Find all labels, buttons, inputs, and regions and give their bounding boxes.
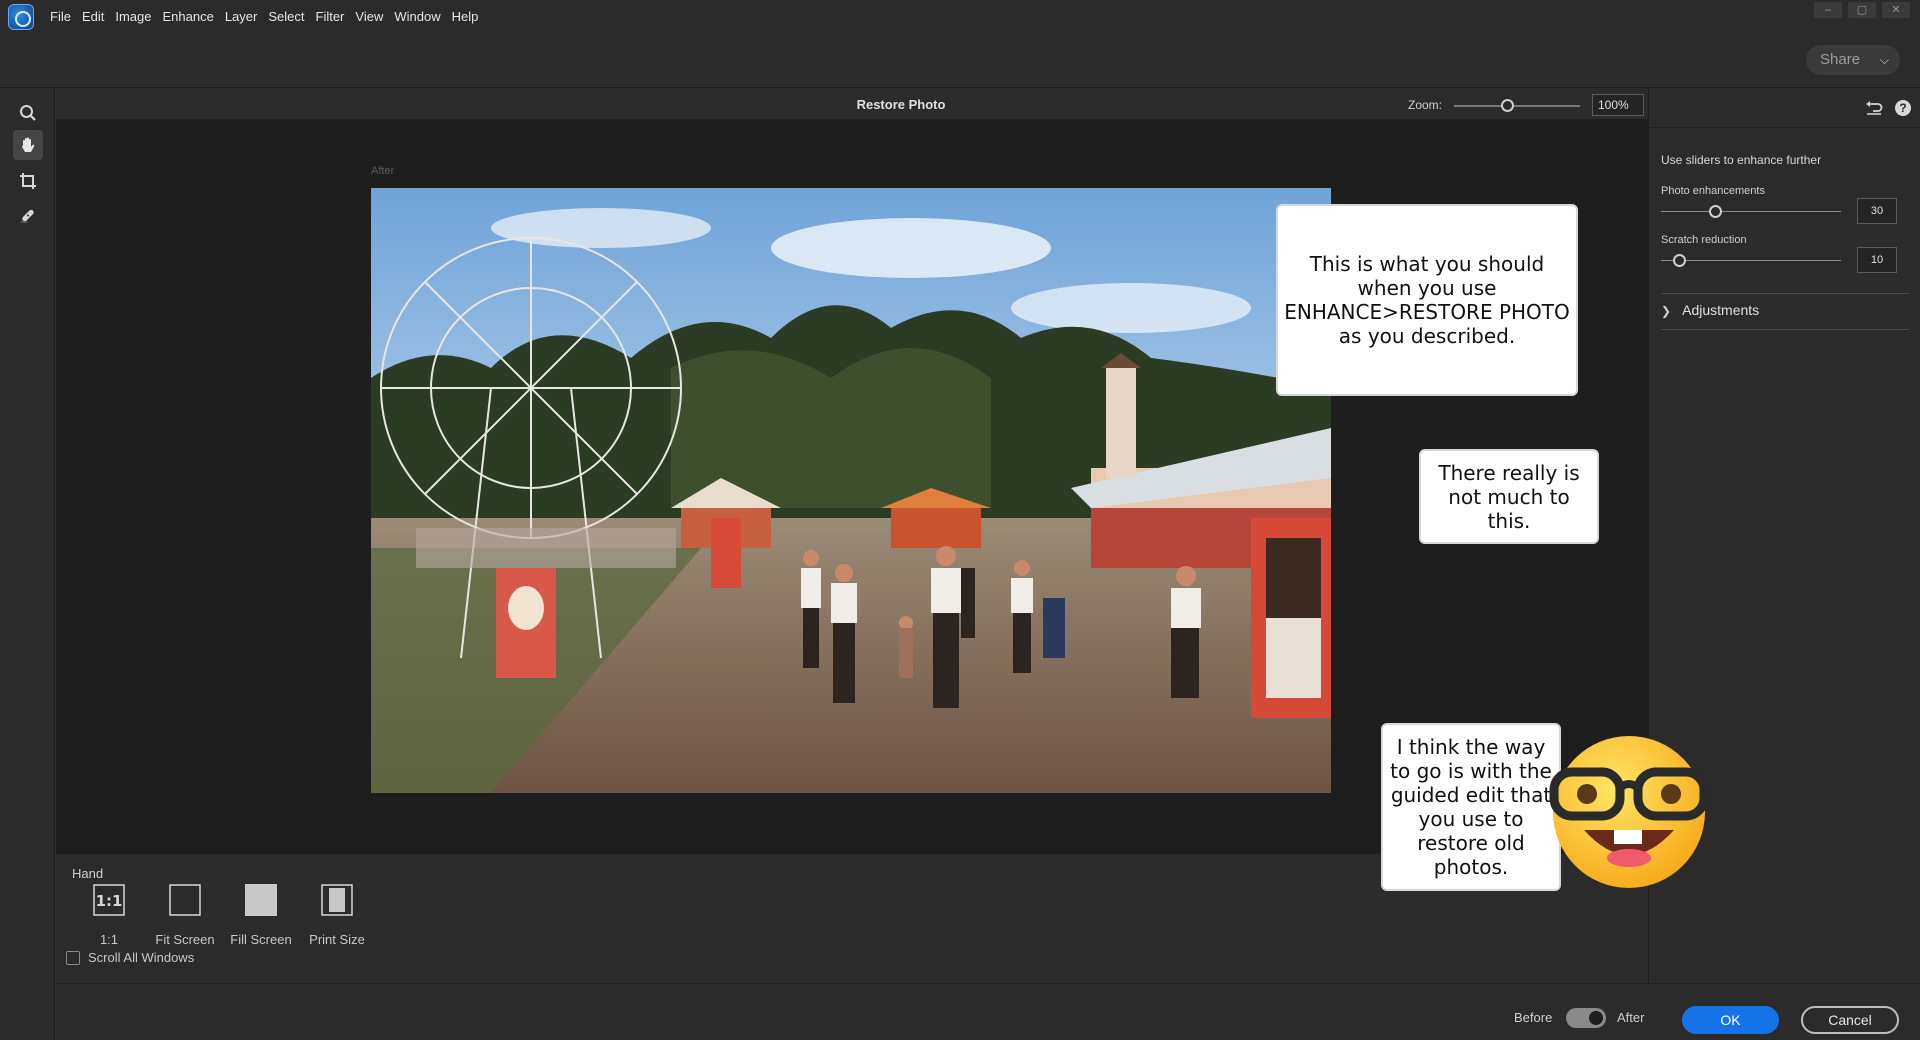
annotation-bubble-restore-photo: This is what you should when you use ENH… xyxy=(1276,204,1578,396)
menu-image[interactable]: Image xyxy=(115,9,151,24)
nerd-face-emoji-icon xyxy=(1549,736,1709,888)
photo-enhancements-label: Photo enhancements xyxy=(1661,185,1765,197)
panel-divider xyxy=(1661,293,1909,294)
photo-enhancements-slider[interactable] xyxy=(1661,205,1841,218)
menu-view[interactable]: View xyxy=(355,9,383,24)
tool-options-title: Hand xyxy=(72,866,104,881)
share-label: Share xyxy=(1820,51,1861,68)
window-controls: – ▢ ✕ xyxy=(1814,2,1910,18)
scroll-all-windows-label: Scroll All Windows xyxy=(88,950,195,965)
tool-strip xyxy=(0,88,55,1040)
scratch-reduction-label: Scratch reduction xyxy=(1661,234,1747,246)
menu-help[interactable]: Help xyxy=(452,9,479,24)
share-button[interactable]: Share ⌵ xyxy=(1806,45,1900,75)
chevron-down-icon: ⌵ xyxy=(1879,53,1889,67)
scratch-reduction-handle[interactable] xyxy=(1673,254,1686,267)
fit-screen-icon xyxy=(169,884,201,916)
fill-screen-icon xyxy=(245,884,277,916)
chevron-right-icon: ❯ xyxy=(1661,304,1672,318)
ok-button[interactable]: OK xyxy=(1682,1006,1779,1034)
canvas-view-label: After xyxy=(371,165,395,177)
crop-icon xyxy=(20,173,36,189)
adjustments-section-toggle[interactable]: ❯ Adjustments xyxy=(1661,302,1759,318)
fit-screen-label: Fit Screen xyxy=(155,932,215,947)
fit-screen-button[interactable]: Fit Screen xyxy=(146,884,224,947)
maximize-button[interactable]: ▢ xyxy=(1848,2,1876,18)
hand-tool[interactable] xyxy=(13,130,43,160)
annotation-bubble-guided-edit: I think the way to go is with the guided… xyxy=(1381,723,1561,891)
hand-icon xyxy=(22,137,35,152)
menu-filter[interactable]: Filter xyxy=(316,9,345,24)
menu-layer[interactable]: Layer xyxy=(225,9,258,24)
photo-enhancements-value[interactable]: 30 xyxy=(1857,198,1897,224)
menu-edit[interactable]: Edit xyxy=(82,9,104,24)
crop-tool[interactable] xyxy=(13,166,43,196)
minimize-button[interactable]: – xyxy=(1814,2,1842,18)
panel-header: ? xyxy=(1649,88,1920,128)
panel-divider xyxy=(1661,329,1909,330)
menu-bar: File Edit Image Enhance Layer Select Fil… xyxy=(0,0,1920,34)
one-to-one-button[interactable]: 1:1 1:1 xyxy=(70,884,148,947)
fill-screen-button[interactable]: Fill Screen xyxy=(222,884,300,947)
after-label: After xyxy=(1617,1010,1645,1025)
dialog-footer: Before After OK Cancel xyxy=(56,983,1920,1040)
print-size-icon xyxy=(321,884,353,916)
zoom-slider-handle[interactable] xyxy=(1500,99,1514,112)
scratch-reduction-slider[interactable] xyxy=(1661,254,1841,267)
photo-enhancements-handle[interactable] xyxy=(1709,205,1722,218)
close-window-button[interactable]: ✕ xyxy=(1882,2,1910,18)
zoom-tool[interactable] xyxy=(13,98,43,128)
cancel-button[interactable]: Cancel xyxy=(1801,1006,1899,1034)
zoom-slider[interactable] xyxy=(1454,99,1580,112)
fill-screen-label: Fill Screen xyxy=(230,932,292,947)
main-menu: File Edit Image Enhance Layer Select Fil… xyxy=(50,9,489,24)
healing-brush-icon xyxy=(21,209,34,223)
one-to-one-glyph: 1:1 xyxy=(96,892,123,910)
scratch-reduction-value[interactable]: 10 xyxy=(1857,247,1897,273)
actual-pixels-icon: 1:1 xyxy=(93,884,125,916)
scroll-all-windows-checkbox[interactable] xyxy=(66,950,80,965)
before-label: Before xyxy=(1514,1010,1553,1025)
enhance-instructions: Use sliders to enhance further xyxy=(1661,153,1822,167)
magnifier-icon xyxy=(20,105,36,121)
app-logo-icon[interactable] xyxy=(8,4,34,30)
reset-icon[interactable] xyxy=(1865,100,1883,116)
menu-select[interactable]: Select xyxy=(268,9,304,24)
one-to-one-label: 1:1 xyxy=(99,932,119,947)
top-bar: Share ⌵ xyxy=(0,34,1920,88)
restored-photo[interactable] xyxy=(371,188,1331,793)
adjustments-label: Adjustments xyxy=(1682,302,1760,318)
healing-brush-tool[interactable] xyxy=(13,200,43,230)
zoom-label: Zoom: xyxy=(1408,98,1443,112)
menu-window[interactable]: Window xyxy=(394,9,440,24)
carnival-photo-image xyxy=(371,188,1331,793)
zoom-value-field[interactable]: 100% xyxy=(1592,94,1644,116)
before-after-toggle[interactable] xyxy=(1566,1008,1606,1028)
dialog-title-bar: Restore Photo Zoom: 100% xyxy=(56,88,1648,120)
scroll-all-windows-option[interactable]: Scroll All Windows xyxy=(66,950,194,965)
menu-enhance[interactable]: Enhance xyxy=(163,9,214,24)
print-size-button[interactable]: Print Size xyxy=(298,884,376,947)
annotation-bubble-not-much: There really is not much to this. xyxy=(1419,449,1599,544)
menu-file[interactable]: File xyxy=(50,9,71,24)
help-icon[interactable]: ? xyxy=(1895,100,1911,116)
print-size-label: Print Size xyxy=(309,932,365,947)
